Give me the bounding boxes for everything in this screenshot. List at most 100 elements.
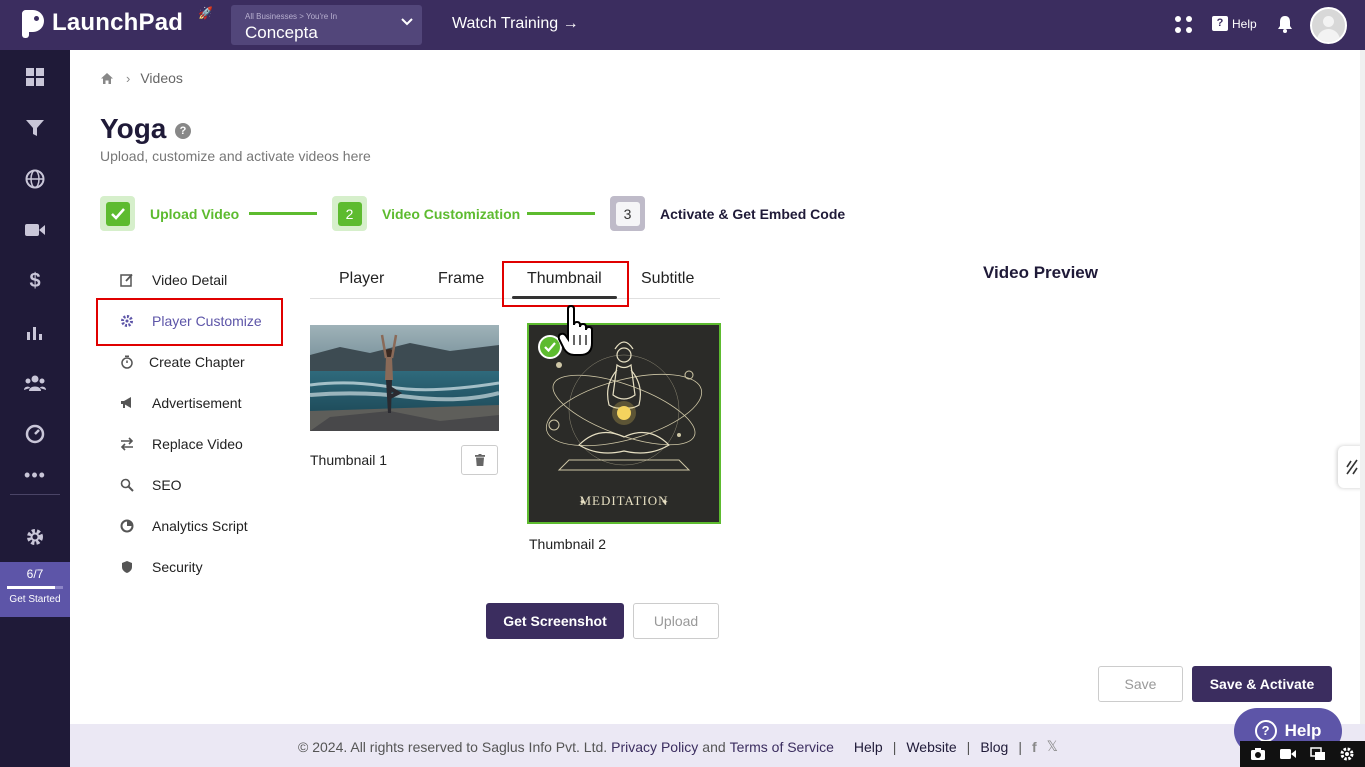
trash-icon <box>474 454 485 466</box>
step-1-indicator <box>100 196 135 231</box>
save-button[interactable]: Save <box>1098 666 1183 702</box>
menu-item-label: SEO <box>152 477 182 493</box>
bell-icon[interactable] <box>1277 15 1293 33</box>
step-3-number: 3 <box>615 201 640 226</box>
video-record-icon[interactable] <box>1279 747 1297 761</box>
footer-divider: | <box>1018 738 1022 755</box>
get-started-widget[interactable]: 6/7 Get Started <box>0 562 70 617</box>
step-2-indicator: 2 <box>332 196 367 231</box>
edit-icon <box>120 273 134 287</box>
get-started-count: 6/7 <box>26 567 44 581</box>
help-link[interactable]: ? Help <box>1212 16 1257 31</box>
logo-text: LaunchPad <box>52 9 184 36</box>
footer: © 2024. All rights reserved to Saglus In… <box>70 724 1365 767</box>
save-activate-button[interactable]: Save & Activate <box>1192 666 1332 702</box>
apps-grid-icon[interactable] <box>1175 16 1193 34</box>
delete-thumbnail-button[interactable] <box>461 445 498 475</box>
menu-item-label: Advertisement <box>152 395 242 411</box>
get-started-label: Get Started <box>9 594 61 605</box>
svg-text:✦: ✦ <box>661 497 669 507</box>
analytics-icon[interactable] <box>24 321 46 343</box>
avatar[interactable] <box>1310 7 1347 44</box>
menu-item-analytics-script[interactable]: Analytics Script <box>120 518 248 534</box>
step-connector <box>249 212 317 215</box>
step-3-indicator: 3 <box>610 196 645 231</box>
menu-item-label: Create Chapter <box>149 354 245 370</box>
gauge-icon[interactable] <box>24 423 46 445</box>
more-icon[interactable]: ••• <box>24 464 46 486</box>
top-bar: LaunchPad 🚀 All Businesses > You're In C… <box>0 0 1365 50</box>
recording-toolbar <box>1240 741 1365 767</box>
windows-icon[interactable] <box>1310 747 1326 761</box>
facebook-icon[interactable]: f <box>1032 739 1037 755</box>
footer-and: and <box>702 738 726 755</box>
step-connector <box>527 212 595 215</box>
upload-button[interactable]: Upload <box>633 603 719 639</box>
chevron-down-icon <box>401 18 413 26</box>
logo-icon <box>20 8 46 38</box>
get-started-progress <box>7 586 63 589</box>
tab-highlight-box <box>502 261 629 307</box>
funnel-icon[interactable] <box>24 117 46 139</box>
check-icon <box>105 201 130 226</box>
tab-subtitle[interactable]: Subtitle <box>641 270 694 288</box>
timer-icon <box>120 355 134 369</box>
chevron-right-icon: › <box>126 70 131 86</box>
sidebar: $ ••• 6/7 Get Started <box>0 50 70 767</box>
watch-training-link[interactable]: Watch Training → <box>452 15 579 33</box>
page-subtitle: Upload, customize and activate videos he… <box>100 148 371 164</box>
thumbnail-1-image[interactable] <box>310 325 499 431</box>
menu-highlight-box <box>96 298 283 346</box>
collapse-icon <box>1345 459 1358 475</box>
get-screenshot-button[interactable]: Get Screenshot <box>486 603 624 639</box>
dashboard-icon[interactable] <box>24 66 46 88</box>
pie-icon <box>120 519 134 533</box>
home-icon[interactable] <box>100 72 114 85</box>
help-circle-icon: ? <box>1254 720 1277 742</box>
scrollbar[interactable] <box>1360 50 1365 725</box>
business-name: Concepta <box>245 23 318 42</box>
footer-divider: | <box>892 738 897 755</box>
menu-item-label: Replace Video <box>152 436 243 452</box>
camera-icon[interactable] <box>1250 747 1266 761</box>
menu-item-label: Video Detail <box>152 272 228 288</box>
footer-help-link[interactable]: Help <box>854 739 883 755</box>
hand-cursor-icon <box>558 305 593 356</box>
dollar-icon[interactable]: $ <box>24 270 46 292</box>
menu-item-seo[interactable]: SEO <box>120 477 182 493</box>
step-2-label: Video Customization <box>382 206 521 222</box>
menu-item-create-chapter[interactable]: Create Chapter <box>120 354 245 370</box>
help-fab-label: Help <box>1284 721 1322 740</box>
breadcrumb: › Videos <box>100 70 183 86</box>
breadcrumb-current: Videos <box>140 70 183 86</box>
step-1-label: Upload Video <box>150 206 240 222</box>
gear-icon[interactable] <box>24 526 46 548</box>
help-label: Help <box>1232 16 1257 31</box>
x-twitter-icon[interactable]: 𝕏 <box>1047 738 1058 755</box>
business-selector[interactable]: All Businesses > You're In Concepta <box>231 5 422 45</box>
thumbnail-1-label: Thumbnail 1 <box>310 452 388 468</box>
video-preview-title: Video Preview <box>983 263 1098 282</box>
help-circle-icon[interactable]: ? <box>175 123 191 139</box>
shield-icon <box>120 560 134 574</box>
footer-divider: | <box>966 738 971 755</box>
logo[interactable]: LaunchPad 🚀 <box>20 6 213 38</box>
footer-website-link[interactable]: Website <box>906 739 956 755</box>
globe-icon[interactable] <box>24 168 46 190</box>
menu-item-video-detail[interactable]: Video Detail <box>120 272 227 288</box>
privacy-policy-link[interactable]: Privacy Policy <box>611 739 698 755</box>
users-icon[interactable] <box>24 372 46 394</box>
footer-copyright: © 2024. All rights reserved to Saglus In… <box>298 738 608 755</box>
settings-gear-icon[interactable] <box>1339 746 1355 762</box>
thumbnail-2-label: Thumbnail 2 <box>529 536 607 552</box>
video-icon[interactable] <box>24 219 46 241</box>
tab-frame[interactable]: Frame <box>438 270 484 288</box>
step-2-number: 2 <box>337 201 362 226</box>
menu-item-advertisement[interactable]: Advertisement <box>120 395 241 411</box>
footer-blog-link[interactable]: Blog <box>980 739 1008 755</box>
terms-link[interactable]: Terms of Service <box>730 739 834 755</box>
menu-item-security[interactable]: Security <box>120 559 203 575</box>
menu-item-replace-video[interactable]: Replace Video <box>120 436 243 452</box>
swap-icon <box>120 437 134 451</box>
tab-player[interactable]: Player <box>339 270 384 288</box>
